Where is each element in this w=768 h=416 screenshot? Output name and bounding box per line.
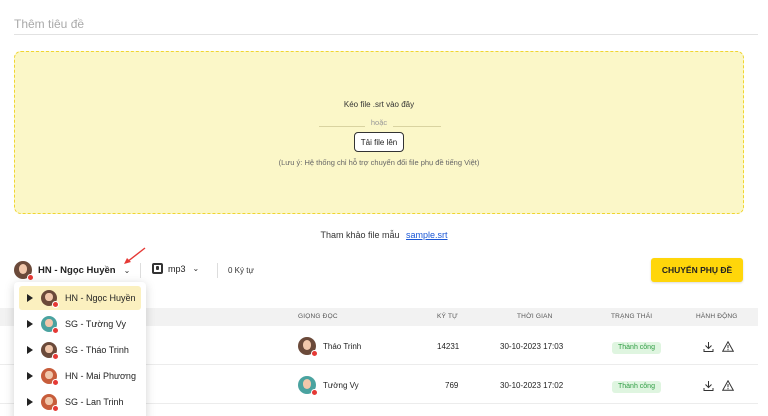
upload-file-button[interactable]: Tải file lên	[354, 132, 404, 152]
voice-avatar	[41, 290, 59, 308]
header-actions: HÀNH ĐỘNG	[696, 313, 738, 320]
red-arrow-annotation	[124, 247, 146, 264]
play-icon[interactable]	[27, 294, 33, 302]
format-select[interactable]: mp3 ⌄	[152, 263, 199, 274]
download-icon[interactable]	[703, 342, 714, 352]
row-voice: Tường Vy	[323, 381, 359, 390]
voice-dropdown-menu: HN - Ngọc Huyền SG - Tường Vy SG - Tháo …	[14, 282, 146, 416]
selected-voice-label: HN - Ngọc Huyền	[38, 264, 116, 276]
play-icon[interactable]	[27, 320, 33, 328]
voice-avatar	[14, 261, 34, 281]
voice-option-label: HN - Ngọc Huyền	[65, 293, 136, 303]
convert-subtitle-button[interactable]: CHUYỂN PHỤ ĐỀ	[651, 258, 743, 282]
title-underline	[14, 34, 758, 35]
status-badge: Thành công	[612, 342, 661, 354]
sample-file-row: Tham khảo file mẫu sample.srt	[0, 230, 768, 240]
voice-avatar	[41, 394, 59, 412]
header-chars: KÝ TỰ	[437, 313, 458, 320]
voice-option-label: SG - Tường Vy	[65, 319, 126, 329]
play-icon[interactable]	[27, 346, 33, 354]
subtitle-converter-page: Thêm tiêu đề Kéo file .srt vào đây hoặc …	[0, 0, 768, 416]
row-voice: Tháo Trinh	[323, 342, 362, 351]
voice-avatar	[41, 316, 59, 334]
voice-avatar	[41, 368, 59, 386]
title-input[interactable]: Thêm tiêu đề	[14, 17, 84, 31]
voice-option[interactable]: SG - Tháo Trinh	[19, 338, 141, 362]
status-badge: Thành công	[612, 381, 661, 393]
chevron-down-icon: ⌄	[192, 264, 200, 273]
voice-avatar	[298, 337, 318, 357]
row-chars: 14231	[437, 342, 460, 351]
voice-option-label: HN - Mai Phương	[65, 371, 136, 381]
voice-option[interactable]: HN - Ngọc Huyền	[19, 286, 141, 310]
row-chars: 769	[445, 381, 459, 390]
voice-option-label: SG - Tháo Trinh	[65, 345, 129, 355]
voice-option[interactable]: SG - Tường Vy	[19, 312, 141, 336]
header-time: THỜI GIAN	[517, 313, 553, 320]
voice-avatar	[41, 342, 59, 360]
sample-file-link[interactable]: sample.srt	[406, 230, 448, 240]
row-time: 30-10-2023 17:03	[500, 342, 564, 351]
voice-option-label: SG - Lan Trinh	[65, 397, 124, 407]
or-label: hoặc	[364, 118, 394, 127]
sample-label: Tham khảo file mẫu	[320, 230, 400, 240]
voice-avatar	[298, 376, 318, 396]
divider	[217, 263, 218, 278]
or-label-wrap: hoặc	[15, 118, 743, 127]
report-icon[interactable]	[722, 380, 734, 391]
play-icon[interactable]	[27, 372, 33, 380]
download-icon[interactable]	[703, 381, 714, 391]
char-count: 0 Ký tự	[228, 266, 254, 275]
play-icon[interactable]	[27, 398, 33, 406]
header-voice: GIỌNG ĐỌC	[298, 313, 338, 320]
format-label: mp3	[168, 263, 186, 274]
dropzone-note: (Lưu ý: Hệ thống chỉ hỗ trợ chuyển đổi f…	[278, 158, 480, 167]
voice-option[interactable]: SG - Lan Trinh	[19, 390, 141, 414]
voice-option[interactable]: HN - Mai Phương	[19, 364, 141, 388]
file-dropzone[interactable]: Kéo file .srt vào đây hoặc Tải file lên …	[14, 51, 744, 214]
report-icon[interactable]	[722, 341, 734, 352]
chevron-down-icon: ⌄	[123, 265, 131, 275]
row-time: 30-10-2023 17:02	[500, 381, 564, 390]
audio-file-icon	[152, 263, 163, 274]
dropzone-instruction: Kéo file .srt vào đây	[343, 100, 415, 109]
voice-select[interactable]: HN - Ngọc Huyền ⌄	[14, 261, 131, 281]
header-status: TRẠNG THÁI	[611, 313, 653, 320]
